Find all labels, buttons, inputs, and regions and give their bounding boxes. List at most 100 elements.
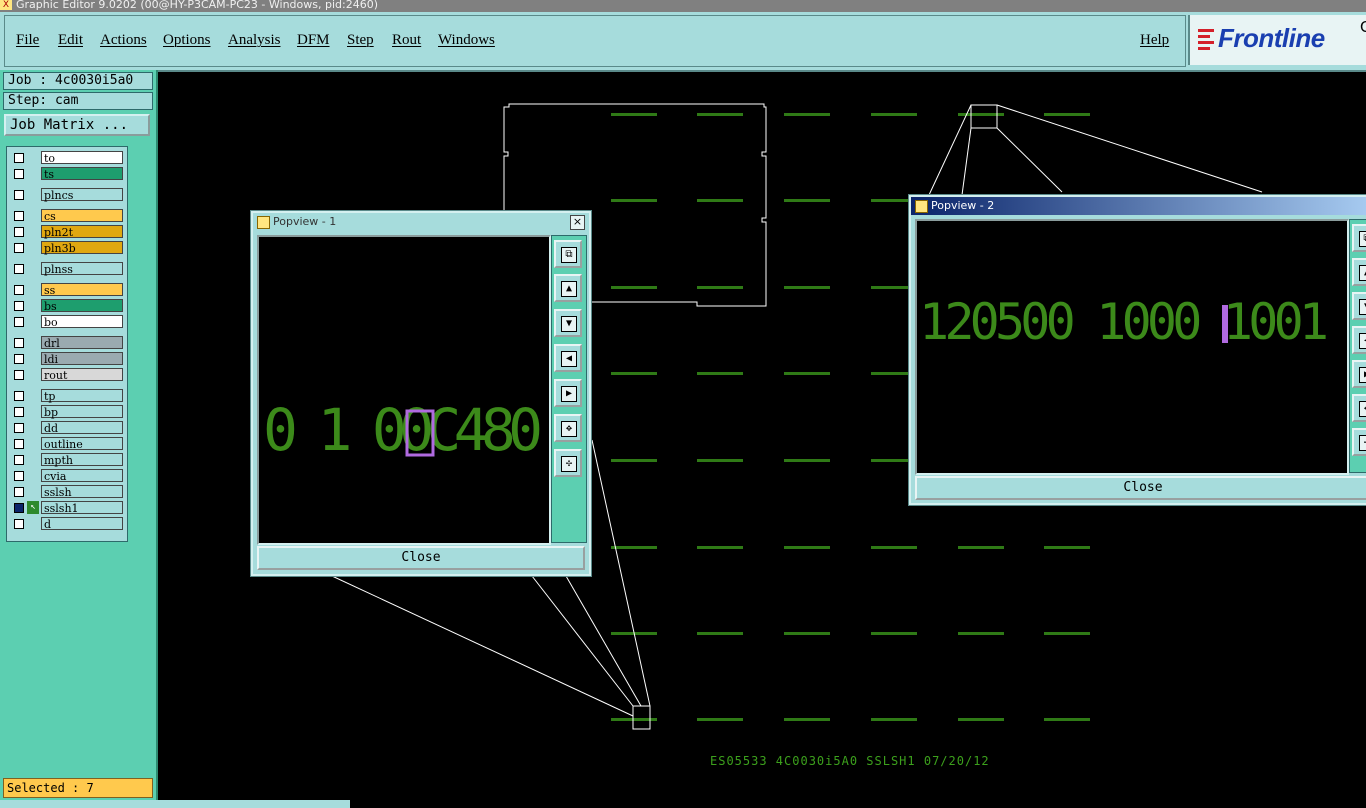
pan-up-button[interactable]: ▲ (554, 274, 582, 302)
layer-row-bo[interactable]: bo (9, 315, 127, 329)
layer-checkbox[interactable] (14, 519, 24, 529)
label-mark (958, 632, 1004, 635)
popview-2-titlebar[interactable]: Popview - 2 (911, 197, 1366, 215)
pan-right-button[interactable]: ▶ (1352, 360, 1366, 388)
layer-checkbox[interactable] (14, 338, 24, 348)
layer-row-d[interactable]: d (9, 517, 127, 531)
menu-edit[interactable]: Edit (58, 32, 83, 49)
layer-checkbox[interactable] (14, 190, 24, 200)
popview-2-view[interactable]: 120500 1000 1001 (915, 219, 1349, 475)
layer-checkbox[interactable] (14, 317, 24, 327)
zoom-in-button[interactable]: ✥ (554, 414, 582, 442)
menu-actions[interactable]: Actions (100, 32, 147, 49)
close-icon[interactable]: × (570, 215, 585, 230)
window-title: Graphic Editor 9.0202 (00@HY-P3CAM-PC23 … (16, 0, 379, 11)
zoom-out-button[interactable]: ✣ (554, 449, 582, 477)
layer-label: sslsh1 (41, 501, 123, 515)
zoom-out-button[interactable]: ✣ (1352, 428, 1366, 456)
menu-help[interactable]: Help (1140, 32, 1169, 49)
layer-checkbox[interactable] (14, 243, 24, 253)
layer-row-drl[interactable]: drl (9, 336, 127, 350)
layer-label: rout (41, 368, 123, 382)
logo-suffix: C (1360, 19, 1366, 37)
layer-checkbox[interactable] (14, 169, 24, 179)
layer-label: plncs (41, 188, 123, 202)
pan-up-button[interactable]: ▲ (1352, 258, 1366, 286)
layer-label: cs (41, 209, 123, 223)
label-mark (697, 718, 743, 721)
layer-row-ldi[interactable]: ldi (9, 352, 127, 366)
pan-down-button[interactable]: ▼ (1352, 292, 1366, 320)
zoom-fit-button[interactable]: ⧉ (554, 240, 582, 268)
menu-windows[interactable]: Windows (438, 32, 495, 49)
layer-row-bs[interactable]: bs (9, 299, 127, 313)
layer-row-outline[interactable]: outline (9, 437, 127, 451)
label-mark (871, 632, 917, 635)
zoom-region-2 (970, 104, 998, 129)
layer-checkbox[interactable] (14, 301, 24, 311)
layer-row-pln3b[interactable]: pln3b (9, 241, 127, 255)
layer-row-mpth[interactable]: mpth (9, 453, 127, 467)
layer-checkbox[interactable] (14, 211, 24, 221)
label-mark (697, 459, 743, 462)
layer-checkbox[interactable] (14, 264, 24, 274)
layer-checkbox[interactable] (14, 423, 24, 433)
popview-1-view[interactable]: 0 1 00C480 (257, 235, 551, 545)
layer-row-dd[interactable]: dd (9, 421, 127, 435)
layer-checkbox[interactable] (14, 391, 24, 401)
layer-row-sslsh[interactable]: sslsh (9, 485, 127, 499)
zoom-fit-button[interactable]: ⧉ (1352, 224, 1366, 252)
job-matrix-button[interactable]: Job Matrix ... (4, 114, 150, 136)
layer-checkbox[interactable] (14, 370, 24, 380)
layer-checkbox[interactable] (14, 503, 24, 513)
layer-label: dd (41, 421, 123, 435)
layer-checkbox[interactable] (14, 455, 24, 465)
app-icon: X (0, 0, 12, 10)
label-mark (784, 459, 830, 462)
layer-checkbox[interactable] (14, 407, 24, 417)
layer-row-to[interactable]: to (9, 151, 127, 165)
layer-row-pln2t[interactable]: pln2t (9, 225, 127, 239)
pan-down-button[interactable]: ▼ (554, 309, 582, 337)
layer-row-sslsh1[interactable]: ↖ sslsh1 (9, 501, 127, 515)
popview-2-digits: 120500 1000 1001 (919, 293, 1329, 351)
layer-checkbox[interactable] (14, 153, 24, 163)
pan-left-button[interactable]: ◀ (554, 344, 582, 372)
frontline-logo: Frontline C (1188, 15, 1366, 65)
layer-row-cvia[interactable]: cvia (9, 469, 127, 483)
pan-right-button[interactable]: ▶ (554, 379, 582, 407)
layer-checkbox[interactable] (14, 354, 24, 364)
popview-2-close-button[interactable]: Close (915, 476, 1366, 500)
menu-dfm[interactable]: DFM (297, 32, 330, 49)
label-mark (611, 372, 657, 375)
layer-row-ss[interactable]: ss (9, 283, 127, 297)
layer-row-bp[interactable]: bp (9, 405, 127, 419)
layer-checkbox[interactable] (14, 471, 24, 481)
zoom-in-button[interactable]: ✥ (1352, 394, 1366, 422)
connector-line (996, 104, 1263, 193)
popview-1-close-button[interactable]: Close (257, 546, 585, 570)
layer-row-plnss[interactable]: plnss (9, 262, 127, 276)
pan-left-button[interactable]: ◀ (1352, 326, 1366, 354)
menu-step[interactable]: Step (347, 32, 374, 49)
menu-rout[interactable]: Rout (392, 32, 421, 49)
layer-row-cs[interactable]: cs (9, 209, 127, 223)
menu-analysis[interactable]: Analysis (228, 32, 281, 49)
menu-container: File Edit Actions Options Analysis DFM S… (4, 15, 1186, 67)
selected-count: Selected : 7 (3, 778, 153, 798)
menu-options[interactable]: Options (163, 32, 211, 49)
layer-row-rout[interactable]: rout (9, 368, 127, 382)
label-mark (697, 546, 743, 549)
layer-checkbox[interactable] (14, 487, 24, 497)
layer-label: mpth (41, 453, 123, 467)
layer-row-plncs[interactable]: plncs (9, 188, 127, 202)
layer-sidebar: Job : 4c0030i5a0 Step: cam Job Matrix ..… (0, 70, 158, 808)
connector-line (928, 104, 972, 196)
layer-checkbox[interactable] (14, 227, 24, 237)
layer-row-ts[interactable]: ts (9, 167, 127, 181)
layer-checkbox[interactable] (14, 285, 24, 295)
popview-1-titlebar[interactable]: Popview - 1 × (253, 213, 589, 231)
layer-checkbox[interactable] (14, 439, 24, 449)
layer-row-tp[interactable]: tp (9, 389, 127, 403)
menu-file[interactable]: File (16, 32, 39, 49)
